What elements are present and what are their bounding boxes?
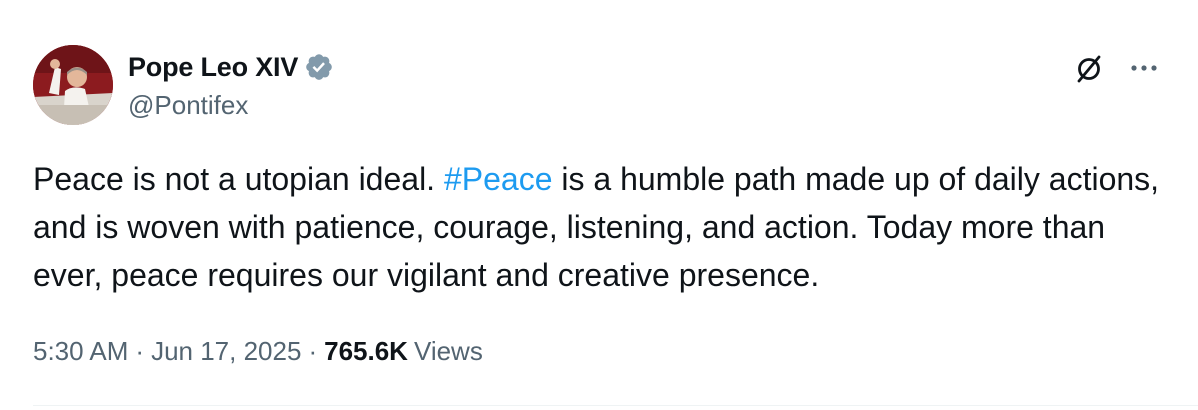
post-text-start: Peace is not a utopian ideal. <box>33 161 444 197</box>
post-meta: 5:30 AM · Jun 17, 2025 · 765.6K Views <box>33 336 483 367</box>
views-count: 765.6K <box>324 336 408 366</box>
handle[interactable]: @Pontifex <box>128 90 334 121</box>
post-time[interactable]: 5:30 AM <box>33 336 128 367</box>
name-row: Pope Leo XIV <box>128 50 334 84</box>
tweet-card: Pope Leo XIV @Pontifex Peace is not a ut… <box>0 0 1198 410</box>
post-text: Peace is not a utopian ideal. #Peace is … <box>33 155 1173 299</box>
more-options-icon[interactable] <box>1126 54 1162 82</box>
verified-badge-icon[interactable] <box>304 52 334 82</box>
display-name[interactable]: Pope Leo XIV <box>128 52 298 83</box>
views-label: Views <box>413 336 483 366</box>
author-block: Pope Leo XIV @Pontifex <box>128 50 334 121</box>
grok-icon[interactable] <box>1072 52 1106 86</box>
post-date[interactable]: Jun 17, 2025 <box>151 336 301 367</box>
hashtag-link[interactable]: #Peace <box>444 161 553 197</box>
meta-separator: · <box>308 336 318 366</box>
meta-separator: · <box>135 336 145 366</box>
divider <box>33 405 1198 406</box>
avatar-image <box>33 45 113 125</box>
avatar[interactable] <box>33 45 113 125</box>
